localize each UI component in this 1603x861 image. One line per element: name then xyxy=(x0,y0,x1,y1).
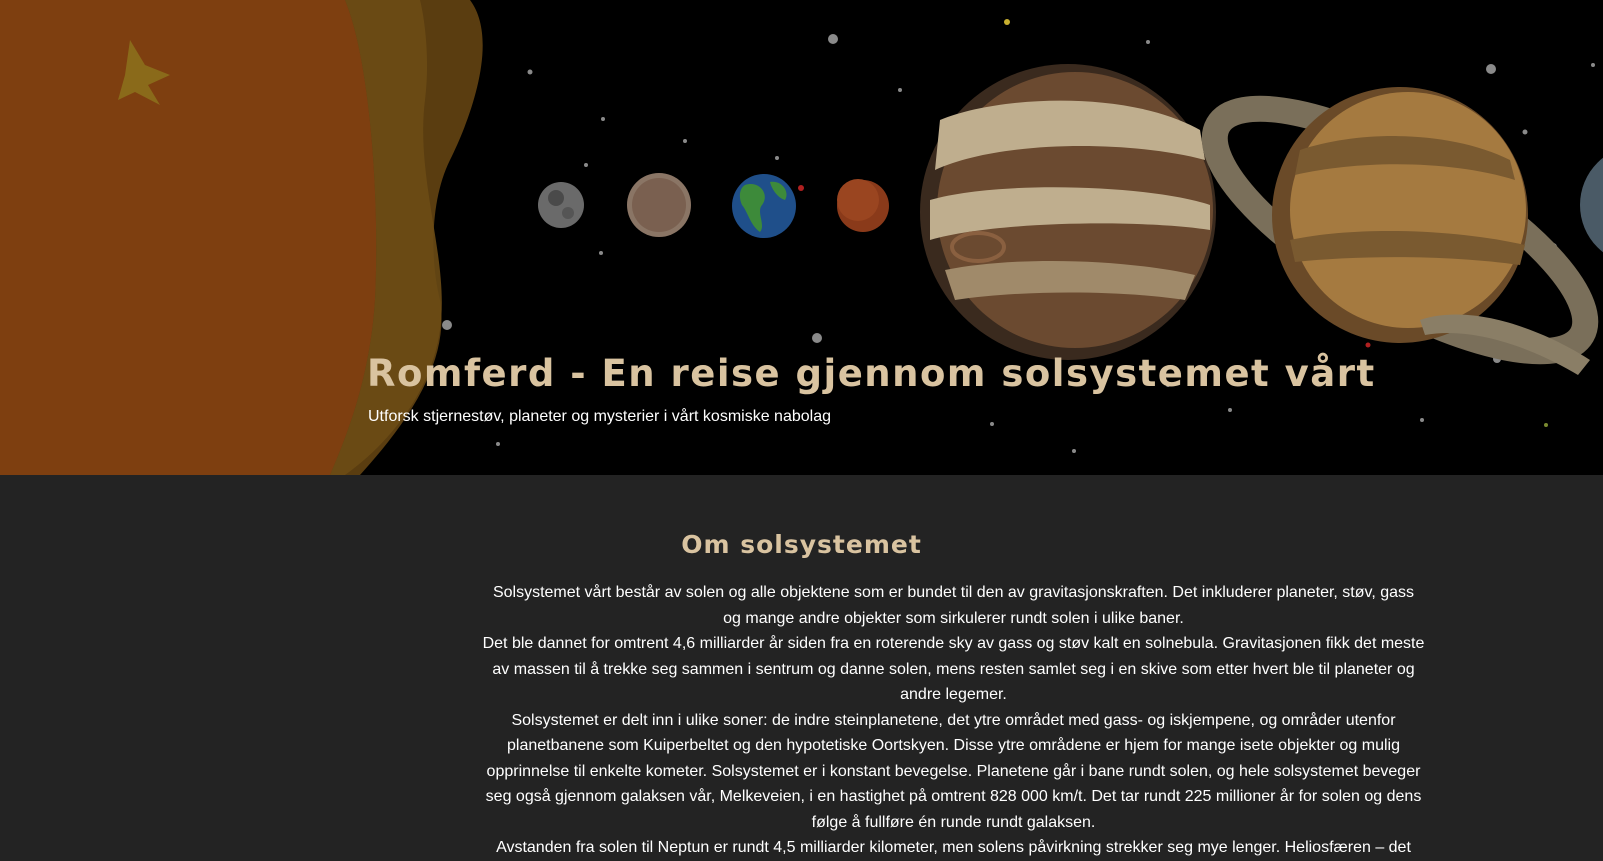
page-subtitle: Utforsk stjernestøv, planeter og mysteri… xyxy=(368,408,831,425)
earth-graphic xyxy=(732,174,796,238)
venus-graphic xyxy=(627,173,691,237)
section-heading-about: Om solsystemet xyxy=(681,530,922,559)
mercury-graphic xyxy=(538,182,584,228)
jupiter-graphic xyxy=(920,64,1216,360)
about-paragraph: Avstanden fra solen til Neptun er rundt … xyxy=(496,839,1411,856)
hero-banner: Romferd - En reise gjennom solsystemet v… xyxy=(0,0,1603,475)
page-title: Romferd - En reise gjennom solsystemet v… xyxy=(367,352,1376,395)
about-paragraph: Det ble dannet for omtrent 4,6 milliarde… xyxy=(482,635,1425,703)
sun-graphic xyxy=(0,0,483,475)
about-paragraph: Solsystemet er delt inn i ulike soner: d… xyxy=(485,711,1422,831)
about-section: Solsystemet vårt består av solen og alle… xyxy=(482,580,1425,861)
solar-system-illustration xyxy=(0,0,1603,475)
about-paragraph: Solsystemet vårt består av solen og alle… xyxy=(492,584,1415,627)
